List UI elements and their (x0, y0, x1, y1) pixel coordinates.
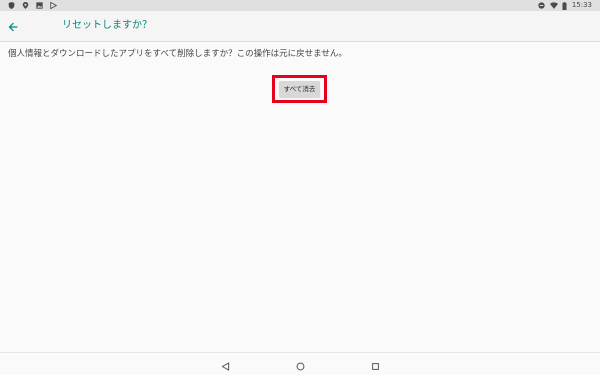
wifi-icon (549, 2, 558, 9)
location-pin-icon (22, 2, 29, 9)
battery-icon (562, 2, 567, 10)
erase-all-button[interactable]: すべて消去 (278, 81, 321, 97)
nav-recents-button[interactable] (368, 358, 382, 372)
page-title: リセットしますか？ (62, 20, 152, 31)
recents-square-icon (371, 356, 380, 375)
back-button[interactable] (3, 16, 23, 36)
play-store-icon (50, 1, 58, 10)
reset-warning-message: 個人情報とダウンロードしたアプリをすべて削除しますか？この操作は元に戻せません。 (8, 49, 347, 59)
status-left-icons (8, 0, 58, 11)
nav-back-button[interactable] (218, 358, 232, 372)
app-bar: リセットしますか？ (0, 11, 600, 42)
status-time: 15:33 (571, 1, 592, 9)
navigation-bar (0, 352, 600, 375)
reset-confirm-screen: 15:33 リセットしますか？ 個人情報とダウンロードしたアプリをすべて削除しま… (0, 0, 600, 375)
home-circle-icon (296, 356, 305, 375)
status-right-icons: 15:33 (538, 0, 592, 11)
shield-icon (8, 2, 15, 9)
status-bar: 15:33 (0, 0, 600, 11)
arrow-back-icon (8, 17, 18, 36)
highlight-box: すべて消去 (272, 75, 327, 103)
do-not-disturb-icon (538, 2, 545, 9)
nav-home-button[interactable] (293, 358, 307, 372)
image-icon (36, 2, 43, 9)
back-triangle-icon (221, 356, 230, 375)
